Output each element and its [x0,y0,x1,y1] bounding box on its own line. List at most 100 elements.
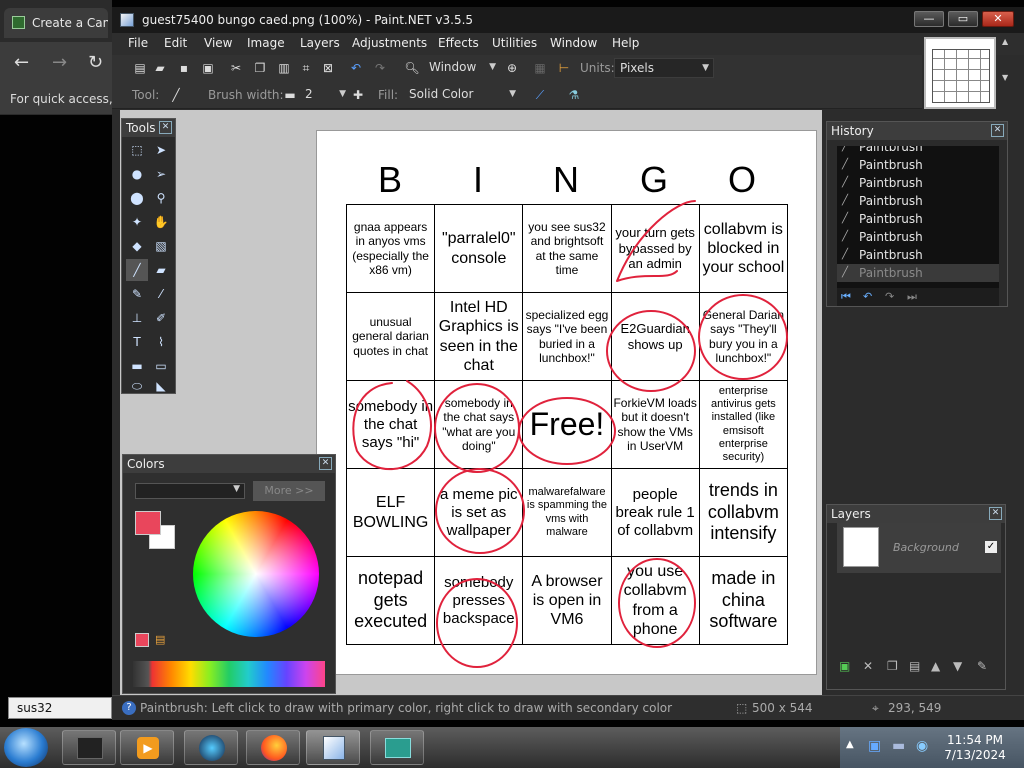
palette-menu-icon[interactable]: ▤ [155,633,169,647]
history-item-current[interactable]: Paintbrush [837,264,999,282]
primary-color-swatch[interactable] [135,511,161,535]
color-wheel[interactable] [193,511,319,637]
back-arrow-icon[interactable]: ← [14,52,29,73]
color-palette[interactable] [133,661,325,687]
taskbar-app-paintnet[interactable] [306,730,360,765]
zoom-dropdown[interactable]: Window ▼ [424,58,500,78]
increase-width-icon[interactable]: ✚ [350,87,366,103]
history-item[interactable]: Paintbrush [837,192,999,210]
merge-layer-icon[interactable]: ▤ [909,659,920,673]
paintbrush-icon[interactable]: ╱ [126,259,148,281]
paste-icon[interactable]: ▥ [276,60,292,76]
color-picker-icon[interactable]: ⁄ [150,283,172,305]
zoom-tool-icon[interactable]: ⚲ [150,187,172,209]
history-item[interactable]: Paintbrush [837,156,999,174]
clock[interactable]: 11:54 PM 7/13/2024 [940,733,1010,763]
redo-icon[interactable]: ↷ [885,290,894,303]
redo-icon[interactable]: ↷ [372,60,388,76]
delete-layer-icon[interactable]: ✕ [863,659,873,673]
close-icon[interactable]: ✕ [159,121,172,134]
rectangle-tool-icon[interactable]: ▬ [126,355,148,377]
taskbar-app-mail[interactable] [370,730,424,765]
close-icon[interactable]: ✕ [989,507,1002,520]
zoom-icon[interactable]: 🔍︎ [404,60,420,76]
network-icon[interactable]: ▣ [868,738,881,754]
close-icon[interactable]: ✕ [319,457,332,470]
close-icon[interactable]: ✕ [991,124,1004,137]
duplicate-layer-icon[interactable]: ❐ [887,659,898,673]
menu-effects[interactable]: Effects [438,36,479,50]
open-icon[interactable]: ▰ [152,60,168,76]
undo-icon[interactable]: ↶ [863,290,872,303]
zoom-in-icon[interactable]: ⊕ [504,60,520,76]
gradient-tool-icon[interactable]: ▧ [150,235,172,257]
history-item[interactable]: Paintbrush [837,210,999,228]
add-layer-icon[interactable]: ▣ [839,659,850,673]
blend-mode-icon[interactable]: ⚗ [566,87,582,103]
lasso-select-icon[interactable]: ● [126,163,148,185]
copy-icon[interactable]: ❐ [252,60,268,76]
taskbar-app-media-player[interactable]: ▶ [120,730,174,765]
menu-edit[interactable]: Edit [164,36,187,50]
ellipse-tool-icon[interactable]: ⬭ [126,375,148,397]
more-button[interactable]: More >> [253,481,325,501]
menu-utilities[interactable]: Utilities [492,36,537,50]
history-panel-header[interactable]: History ✕ [827,122,1007,140]
menu-layers[interactable]: Layers [300,36,340,50]
move-selected-icon[interactable]: ➤ [150,139,172,161]
freeform-shape-icon[interactable]: ◣ [150,375,172,397]
layer-visibility-checkbox[interactable]: ✓ [985,541,997,553]
browser-tab[interactable]: Create a Canad [4,8,108,38]
ruler-icon[interactable]: ⊢ [556,60,572,76]
move-layer-down-icon[interactable]: ▼ [953,659,962,673]
layer-properties-icon[interactable]: ✎ [977,659,987,673]
paint-bucket-icon[interactable]: ◆ [126,235,148,257]
rectangle-select-icon[interactable]: ⬚ [126,139,148,161]
rewind-icon[interactable]: ⏮ [841,290,851,304]
color-mode-dropdown[interactable]: ▼ [135,483,245,499]
rounded-rectangle-icon[interactable]: ▭ [150,355,172,377]
eraser-icon[interactable]: ▰ [150,259,172,281]
taskbar-app-explorer[interactable] [184,730,238,765]
layer-row[interactable]: Background ✓ [837,523,1001,573]
start-button[interactable] [4,728,48,767]
taskbar-app-terminal[interactable] [62,730,116,765]
pencil-icon[interactable]: ✎ [126,283,148,305]
print-icon[interactable]: ▣ [200,60,216,76]
taskbar-app-firefox[interactable] [246,730,300,765]
image-thumbnail[interactable] [924,37,996,109]
menu-image[interactable]: Image [247,36,285,50]
pan-tool-icon[interactable]: ✋ [150,211,172,233]
layers-panel-header[interactable]: Layers ✕ [827,505,1005,523]
fill-dropdown[interactable]: Solid Color ▼ [404,85,520,105]
menu-help[interactable]: Help [612,36,639,50]
fast-forward-icon[interactable]: ⏭ [907,290,917,304]
cut-icon[interactable]: ✂ [228,60,244,76]
colors-panel-header[interactable]: Colors ✕ [123,455,335,473]
magic-wand-icon[interactable]: ✦ [126,211,148,233]
tools-panel-header[interactable]: Tools ✕ [122,119,175,137]
history-item[interactable]: Paintbrush [837,174,999,192]
antialiasing-icon[interactable]: ⟋ [532,87,548,103]
background-browser-window[interactable]: Create a Canad ← → ↻ For quick access, p [0,0,112,115]
display-icon[interactable]: ▬ [892,738,905,754]
history-item[interactable]: Paintbrush [837,228,999,246]
title-bar[interactable]: guest75400 bungo caed.png (100%) - Paint… [112,7,1024,33]
ellipse-select-icon[interactable]: ⬤ [126,187,148,209]
show-hidden-icons-icon[interactable]: ▲ [846,739,854,750]
grid-icon[interactable]: ▦ [532,60,548,76]
history-list[interactable]: Paintbrush Paintbrush Paintbrush Paintbr… [837,146,999,288]
reload-icon[interactable]: ↻ [88,52,103,73]
menu-file[interactable]: File [128,36,148,50]
menu-view[interactable]: View [204,36,232,50]
forward-arrow-icon[interactable]: → [52,52,67,73]
move-selection-icon[interactable]: ➢ [150,163,172,185]
clone-stamp-icon[interactable]: ⊥ [126,307,148,329]
move-layer-up-icon[interactable]: ▲ [931,659,940,673]
save-icon[interactable]: ▪ [176,60,192,76]
thumbnail-scrollbar[interactable]: ▲ ▼ [1002,37,1012,109]
history-item[interactable]: Paintbrush [837,146,999,156]
maximize-button[interactable]: ▭ [948,11,978,27]
image-canvas[interactable]: B I N G O gnaa appears in anyos vms (esp… [316,130,817,675]
new-image-icon[interactable]: ▤ [132,60,148,76]
